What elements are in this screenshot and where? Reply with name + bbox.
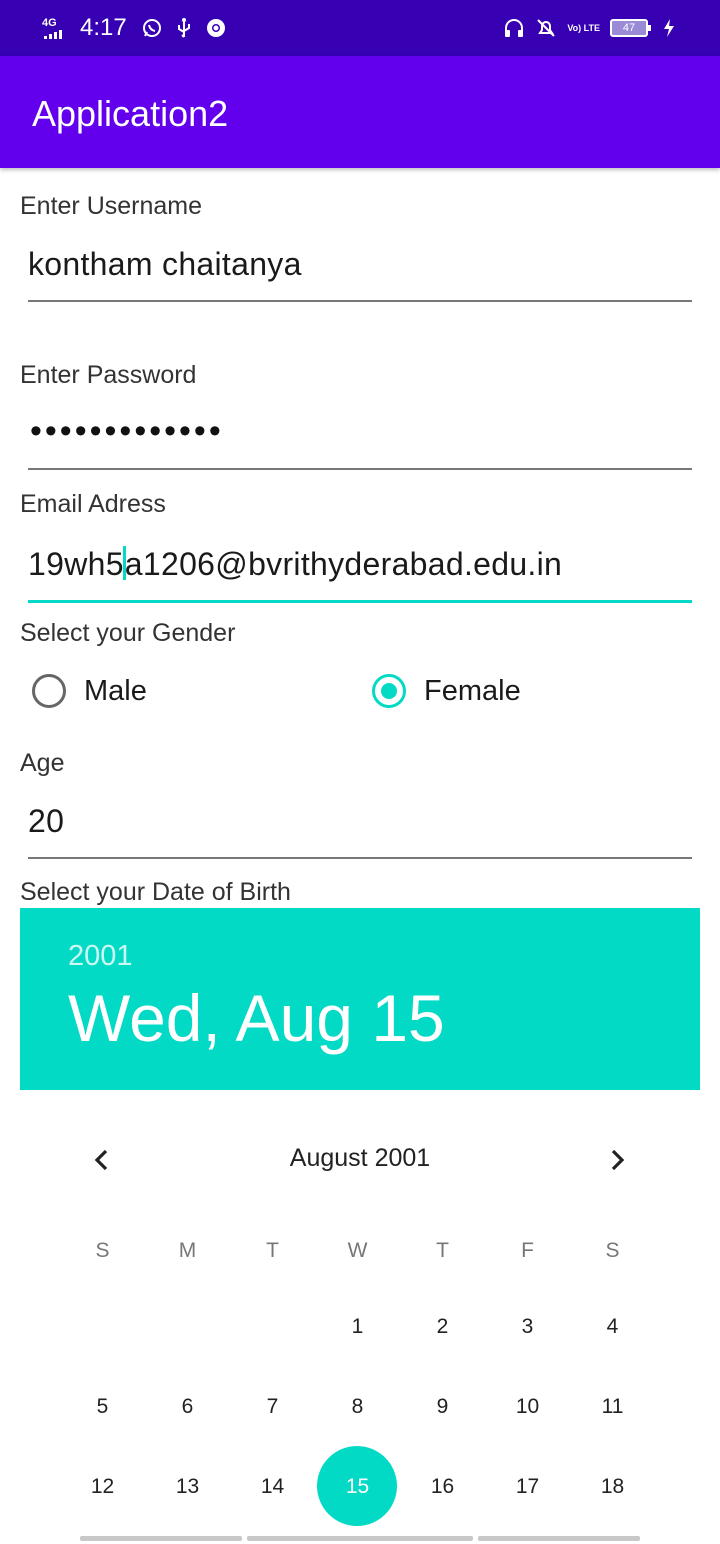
calendar-day[interactable]: 14	[230, 1462, 315, 1512]
scroll-indicator	[478, 1536, 640, 1541]
calendar-day[interactable]: 6	[145, 1382, 230, 1432]
header-year[interactable]: 2001	[68, 940, 133, 973]
radio-checked-icon	[372, 674, 406, 708]
calendar-day[interactable]: 4	[570, 1302, 655, 1352]
email-field[interactable]: 19wh5a1206@bvrithyderabad.edu.in	[28, 540, 692, 603]
calendar-day[interactable]: 9	[400, 1382, 485, 1432]
age-value: 20	[28, 803, 65, 839]
whatsapp-icon	[141, 17, 163, 39]
email-value-before-cursor: 19wh5	[28, 546, 124, 582]
password-value: •••••••••••••	[30, 412, 224, 450]
email-value: 19wh5a1206@bvrithyderabad.edu.in	[28, 546, 562, 583]
age-field[interactable]: 20	[28, 797, 692, 859]
radio-female[interactable]: Female	[372, 674, 521, 708]
scroll-indicator	[247, 1536, 473, 1541]
calendar-week: 12 13 14 15 16 17 18	[60, 1462, 655, 1512]
headphones-icon	[503, 17, 525, 39]
calendar-day[interactable]: 11	[570, 1382, 655, 1432]
status-left: 4G 4:17	[40, 12, 227, 44]
calendar-day[interactable]: 5	[60, 1382, 145, 1432]
chrome-icon	[205, 17, 227, 39]
weekday-label: T	[436, 1239, 449, 1262]
age-label: Age	[20, 749, 65, 777]
month-navigation: August 2001	[20, 1120, 700, 1200]
username-field[interactable]: kontham chaitanya	[28, 240, 692, 302]
scroll-indicator	[80, 1536, 242, 1541]
calendar-day[interactable]: 3	[485, 1302, 570, 1352]
radio-unchecked-icon	[32, 674, 66, 708]
app-title: Application2	[32, 93, 229, 134]
weekday-label: T	[266, 1239, 279, 1262]
username-label: Enter Username	[20, 192, 203, 220]
email-label: Email Adress	[20, 490, 166, 518]
calendar-day[interactable]: 16	[400, 1462, 485, 1512]
network-type: 4G	[42, 17, 57, 29]
password-field[interactable]: •••••••••••••	[28, 408, 692, 470]
battery-icon: 47	[610, 19, 651, 37]
calendar-day[interactable]: 7	[230, 1382, 315, 1432]
calendar-day[interactable]: 17	[485, 1462, 570, 1512]
password-label: Enter Password	[20, 361, 197, 389]
calendar-week: 5 6 7 8 9 10 11	[60, 1382, 655, 1432]
calendar-day-selected[interactable]: 15	[315, 1462, 400, 1512]
notifications-off-icon	[535, 17, 557, 39]
signal-icon: 4G	[40, 16, 70, 40]
gender-label: Select your Gender	[20, 619, 236, 647]
username-value: kontham chaitanya	[28, 246, 302, 282]
weekday-label: W	[347, 1239, 368, 1262]
radio-female-label: Female	[424, 674, 521, 707]
next-month-button[interactable]	[597, 1140, 637, 1180]
calendar-day[interactable]: 13	[145, 1462, 230, 1512]
volte-icon: Vo) LTE	[567, 22, 600, 33]
usb-icon	[173, 17, 195, 39]
email-value-after-cursor: a1206@bvrithyderabad.edu.in	[124, 546, 563, 582]
dob-label: Select your Date of Birth	[20, 878, 291, 906]
gender-radio-group: Male Female	[0, 674, 720, 724]
calendar-day[interactable]: 18	[570, 1462, 655, 1512]
status-right: Vo) LTE 47	[503, 12, 680, 44]
charging-icon	[658, 17, 680, 39]
chevron-right-icon	[611, 1149, 625, 1171]
calendar-day[interactable]: 2	[400, 1302, 485, 1352]
calendar-day[interactable]: 8	[315, 1382, 400, 1432]
radio-male-label: Male	[84, 674, 147, 707]
weekday-label: S	[605, 1239, 620, 1262]
calendar-day[interactable]: 1	[315, 1302, 400, 1352]
radio-male[interactable]: Male	[32, 674, 147, 708]
weekday-header: S M T W T F S	[60, 1226, 655, 1276]
weekday-label: F	[521, 1239, 534, 1262]
calendar-day[interactable]: 10	[485, 1382, 570, 1432]
header-date[interactable]: Wed, Aug 15	[68, 978, 445, 1058]
status-bar: 4G 4:17 Vo) LTE 47	[0, 0, 720, 56]
calendar-day[interactable]: 12	[60, 1462, 145, 1512]
calendar-week: 1 2 3 4	[60, 1302, 655, 1352]
weekday-label: M	[178, 1239, 197, 1262]
app-bar: Application2	[0, 56, 720, 168]
weekday-label: S	[95, 1239, 110, 1262]
date-picker-header: 2001 Wed, Aug 15	[20, 908, 700, 1090]
clock: 4:17	[80, 14, 127, 41]
